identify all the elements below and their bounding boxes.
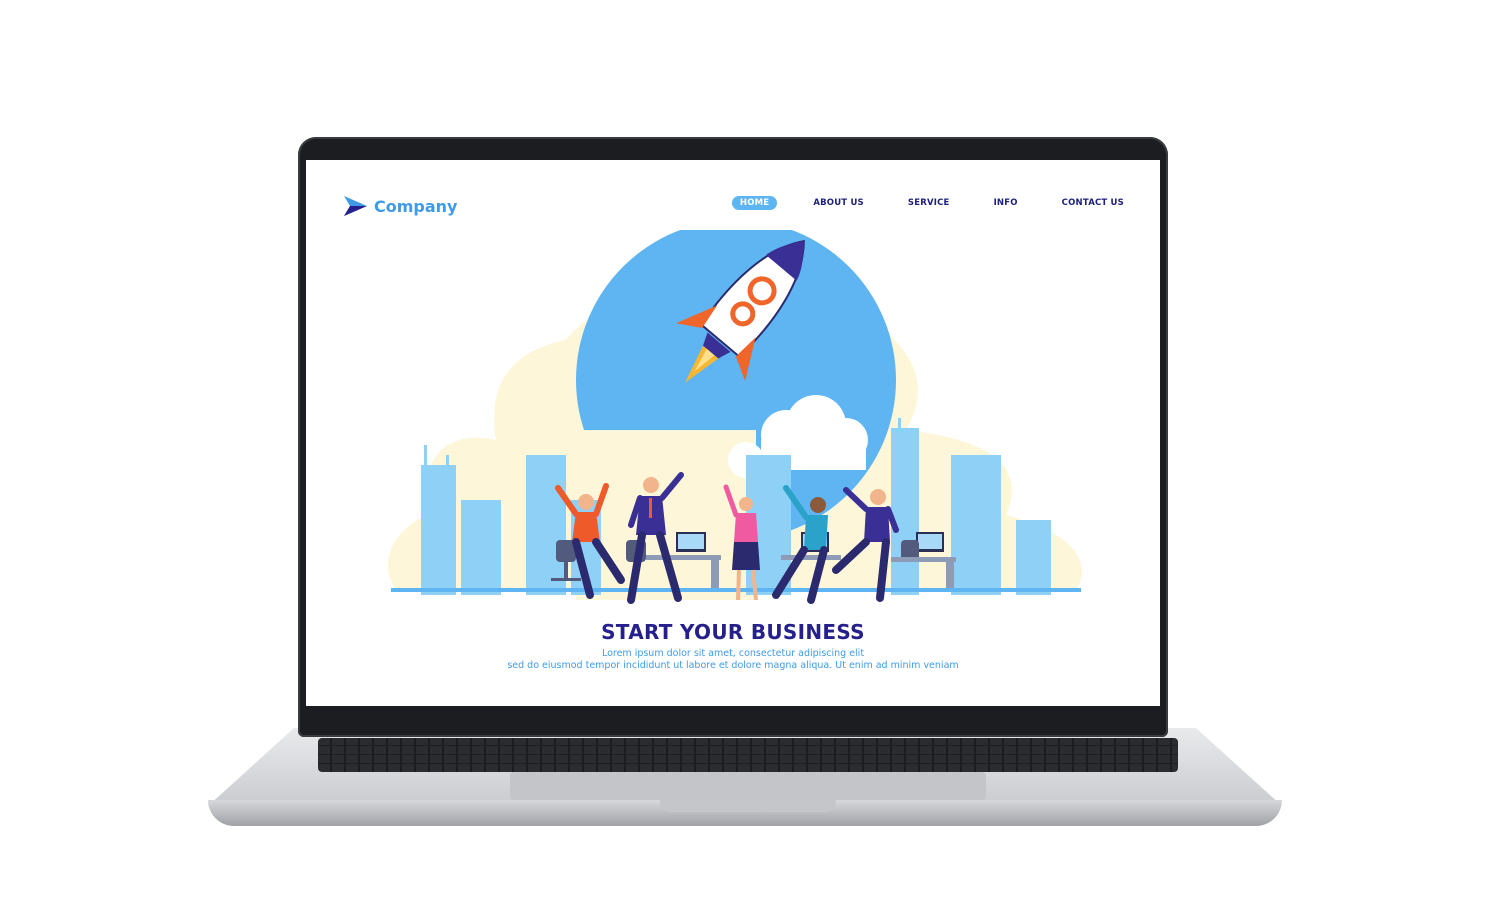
ground-line <box>391 588 1081 592</box>
laptop-notch <box>660 800 836 812</box>
logo[interactable]: Company <box>342 193 457 219</box>
hero-subtext-line2: sed do eiusmod tempor incididunt ut labo… <box>507 660 959 671</box>
laptop-keyboard <box>318 738 1178 772</box>
nav-home[interactable]: HOME <box>731 196 778 210</box>
main-nav: HOME ABOUT US SERVICE INFO CONTACT US <box>731 196 1132 210</box>
nav-about-us[interactable]: ABOUT US <box>805 196 872 210</box>
nav-service[interactable]: SERVICE <box>900 196 958 210</box>
hero-subtext-line1: Lorem ipsum dolor sit amet, consectetur … <box>601 648 865 659</box>
hero-headline: START YOUR BUSINESS <box>601 620 865 644</box>
rocket-launch-illustration <box>387 230 1083 604</box>
laptop-screen: Company HOME ABOUT US SERVICE INFO CONTA… <box>306 160 1160 706</box>
hero-illustration <box>306 230 1160 610</box>
logo-text: Company <box>374 196 458 216</box>
nav-contact-us[interactable]: CONTACT US <box>1054 196 1132 210</box>
laptop-trackpad <box>510 772 986 800</box>
nav-info[interactable]: INFO <box>986 196 1026 210</box>
paper-plane-icon <box>344 196 367 216</box>
site-header: Company HOME ABOUT US SERVICE INFO CONTA… <box>306 160 1160 230</box>
